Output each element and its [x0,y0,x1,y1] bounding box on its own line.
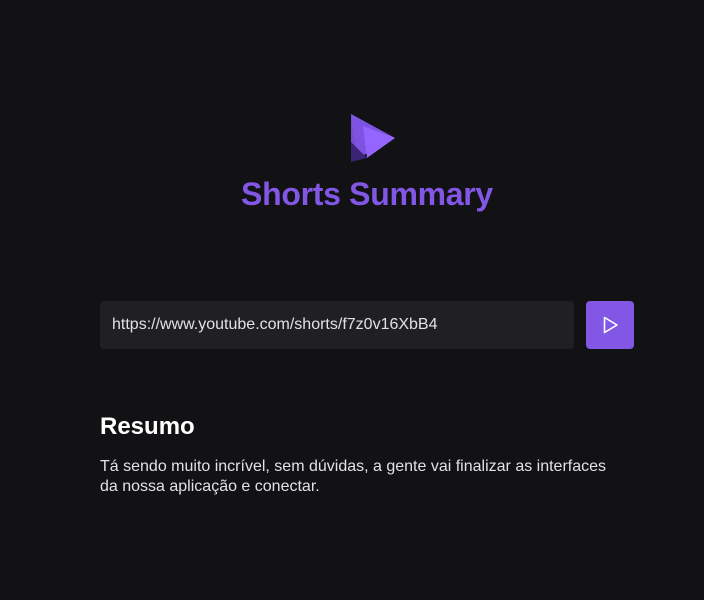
submit-button[interactable] [586,301,634,349]
url-form [100,301,634,349]
play-logo-icon [351,114,395,162]
video-url-input[interactable] [100,301,574,349]
summary-text: Tá sendo muito incrível, sem dúvidas, a … [100,458,607,495]
app-title: Shorts Summary [241,176,493,212]
play-icon [603,316,618,334]
summary-heading: Resumo [100,413,195,440]
app-page: Shorts Summary Resumo Tá sendo muito inc… [0,0,704,600]
